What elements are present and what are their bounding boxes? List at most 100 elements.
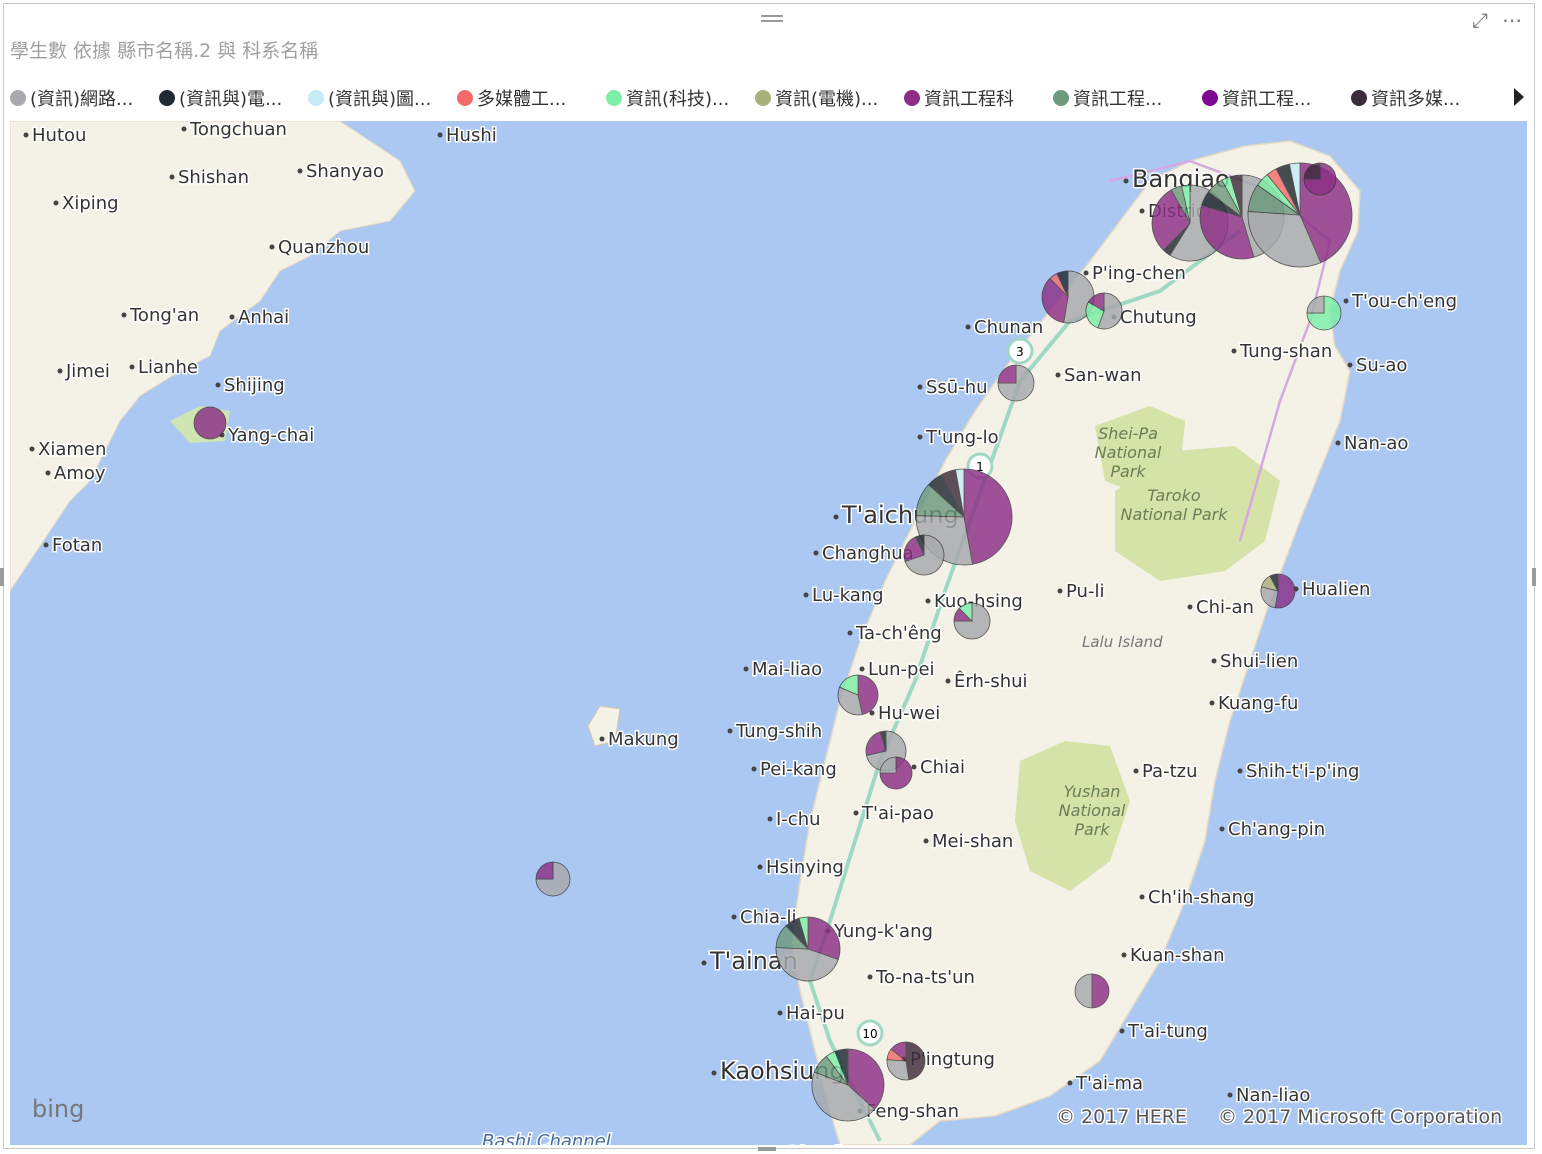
bing-logo: bing: [32, 1095, 84, 1123]
place-dot: [743, 666, 749, 672]
pie-marker[interactable]: [997, 364, 1035, 402]
place-dot: [1347, 362, 1353, 368]
place-label: San-wan: [1064, 365, 1142, 386]
legend-item[interactable]: (資訊與)圖...: [308, 85, 457, 111]
place-dot: [1211, 658, 1217, 664]
place-label: Ssū-hu: [926, 377, 988, 398]
more-options-icon[interactable]: ⋯: [1502, 8, 1522, 32]
legend-label: (資訊與)圖...: [328, 89, 432, 110]
legend-swatch: [755, 90, 771, 106]
legend-item[interactable]: 多媒體工...: [457, 85, 606, 111]
visual-header-icons: ⤢ ⋯: [1472, 8, 1522, 32]
legend-swatch: [308, 90, 324, 106]
map-canvas[interactable]: Hutou Tongchuan Hushi Shishan Shanyao Xiping Q…: [10, 121, 1527, 1145]
place-label: Su-ao: [1356, 355, 1407, 376]
pie-marker[interactable]: [1074, 973, 1110, 1009]
pie-marker[interactable]: [886, 1041, 926, 1081]
place-dot: [1227, 1092, 1233, 1098]
place-dot: [917, 384, 923, 390]
place-label: Lun-pei: [868, 659, 935, 680]
place-dot: [945, 678, 951, 684]
place-label: Quanzhou: [278, 237, 369, 258]
place-label: Kuang-fu: [1218, 693, 1298, 714]
place-dot: [1083, 270, 1089, 276]
place-label: Lianhe: [138, 357, 198, 378]
park-label: Shei-Pa: [1098, 424, 1158, 443]
legend-swatch: [1202, 90, 1218, 106]
place-label: Tongchuan: [189, 121, 287, 140]
pie-marker[interactable]: [811, 1048, 885, 1122]
place-label: Mei-shan: [932, 831, 1013, 852]
focus-mode-icon[interactable]: ⤢: [1472, 8, 1488, 32]
place-dot: [917, 434, 923, 440]
legend-item[interactable]: 資訊工程...: [1202, 85, 1351, 111]
legend-item[interactable]: (資訊)網路...: [10, 85, 159, 111]
place-label: I-chu: [776, 809, 821, 830]
place-dot: [1343, 298, 1349, 304]
legend-item[interactable]: 資訊(電機)...: [755, 85, 904, 111]
legend-label: 資訊(電機)...: [775, 89, 879, 110]
place-dot: [1057, 588, 1063, 594]
place-dot: [911, 764, 917, 770]
pie-marker[interactable]: [1303, 162, 1337, 196]
place-dot: [751, 766, 757, 772]
place-label: Ta-ch'êng: [855, 623, 942, 644]
place-label: Chutung: [1120, 307, 1197, 328]
place-label: T'ung-lo: [925, 427, 999, 448]
place-dot: [1133, 768, 1139, 774]
pie-marker[interactable]: [1260, 573, 1296, 609]
pie-marker[interactable]: [193, 406, 227, 440]
legend-swatch: [1053, 90, 1069, 106]
place-label: Feng-shan: [866, 1101, 959, 1122]
legend-next-icon[interactable]: [1514, 88, 1524, 106]
resize-handle-left[interactable]: [0, 568, 4, 586]
park-label: Park: [1110, 462, 1146, 481]
place-dot: [181, 126, 187, 132]
place-label: Ch'ang-pin: [1228, 819, 1325, 840]
resize-handle-bottom[interactable]: [758, 1147, 776, 1151]
park-label: National: [1059, 801, 1126, 820]
place-dot: [229, 314, 235, 320]
place-dot: [965, 324, 971, 330]
legend-item[interactable]: 資訊工程...: [1053, 85, 1202, 111]
place-dot: [711, 1070, 717, 1076]
pie-marker[interactable]: [1306, 295, 1342, 331]
drag-grip-icon[interactable]: [761, 15, 783, 23]
pie-slice[interactable]: [193, 406, 227, 440]
copyright-microsoft: © 2017 Microsoft Corporation: [1218, 1106, 1502, 1128]
place-label: T'ai-pao: [861, 803, 934, 824]
legend-item[interactable]: 資訊(科技)...: [606, 85, 755, 111]
pie-marker[interactable]: [837, 674, 879, 716]
place-label: Chiai: [920, 757, 965, 778]
place-dot: [1121, 952, 1127, 958]
legend-swatch: [159, 90, 175, 106]
place-dot: [269, 244, 275, 250]
place-dot: [1067, 1080, 1073, 1086]
place-dot: [859, 666, 865, 672]
park-label: Park: [1074, 820, 1110, 839]
place-dot: [1139, 208, 1145, 214]
park-label: National: [1095, 443, 1162, 462]
highway-shield-number: 10: [862, 1027, 877, 1041]
pie-marker[interactable]: [953, 602, 991, 640]
place-dot: [813, 550, 819, 556]
pie-marker[interactable]: [879, 756, 913, 790]
pie-marker[interactable]: [535, 861, 571, 897]
pie-marker[interactable]: [1247, 162, 1353, 268]
place-label: Hushi: [446, 125, 497, 146]
place-dot: [847, 630, 853, 636]
legend-item[interactable]: (資訊與)電...: [159, 85, 308, 111]
pie-marker[interactable]: [775, 916, 841, 982]
place-dot: [727, 728, 733, 734]
place-label: Hsinying: [766, 857, 844, 878]
legend-item[interactable]: 資訊工程科: [904, 85, 1053, 111]
pie-marker[interactable]: [1085, 292, 1123, 330]
resize-handle-right[interactable]: [1532, 568, 1536, 586]
place-label: Chi-an: [1196, 597, 1254, 618]
place-dot: [43, 542, 49, 548]
legend-swatch: [606, 90, 622, 106]
pie-marker[interactable]: [903, 534, 945, 576]
legend-label: 資訊多媒...: [1371, 89, 1461, 110]
legend-item[interactable]: 資訊多媒...: [1351, 85, 1500, 111]
legend-label: 資訊工程...: [1222, 89, 1312, 110]
